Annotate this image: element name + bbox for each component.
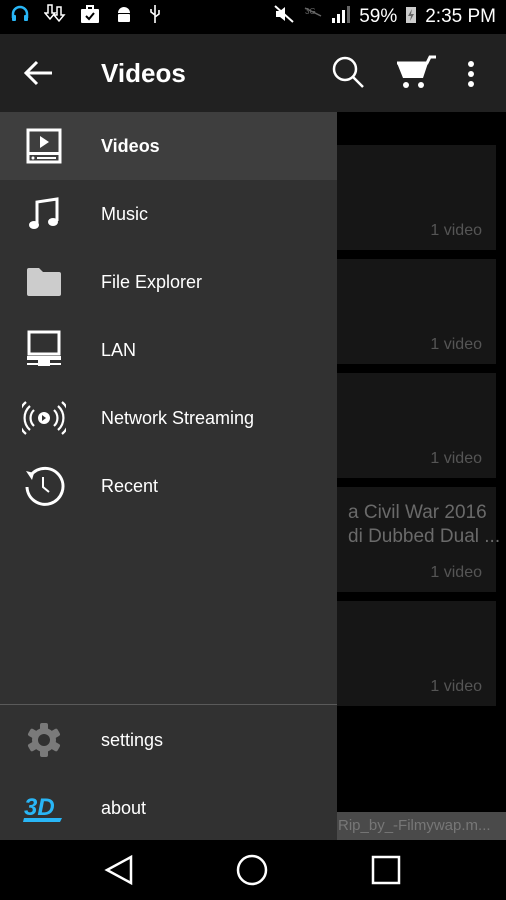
video-icon xyxy=(22,126,66,166)
streaming-icon xyxy=(22,398,66,438)
page-title: Videos xyxy=(101,57,186,88)
video-count: 1 video xyxy=(430,336,482,353)
drawer-item-label: Videos xyxy=(101,135,160,156)
drawer-item-recent[interactable]: Recent xyxy=(0,452,337,520)
no-data-icon: 3G xyxy=(303,4,323,30)
drawer-item-label: Recent xyxy=(101,475,159,496)
nav-recents-icon[interactable] xyxy=(371,855,401,890)
drawer-item-label: Network Streaming xyxy=(101,407,255,428)
navigation-drawer: Videos Music File Explorer LAN Network S… xyxy=(0,112,337,840)
folder-card[interactable]: 1 video xyxy=(330,601,496,706)
svg-text:3D: 3D xyxy=(24,794,55,821)
briefcase-check-icon xyxy=(80,4,100,30)
computer-icon xyxy=(22,330,66,370)
cart-icon[interactable] xyxy=(395,54,439,95)
divider xyxy=(0,704,337,705)
battery-text: 59% xyxy=(359,6,398,27)
drawer-item-lan[interactable]: LAN xyxy=(0,316,337,384)
drawer-item-videos[interactable]: Videos xyxy=(0,112,337,180)
3d-logo-icon: 3D xyxy=(22,788,66,828)
back-arrow-icon[interactable] xyxy=(22,56,56,95)
nav-back-icon[interactable] xyxy=(104,854,134,891)
video-count: 1 video xyxy=(430,450,482,467)
drawer-item-label: LAN xyxy=(101,339,137,360)
drawer-item-label: Music xyxy=(101,203,149,224)
video-count: 1 video xyxy=(430,222,482,239)
system-nav-bar xyxy=(0,840,506,900)
video-count: 1 video xyxy=(430,564,482,581)
drawer-item-label: settings xyxy=(101,729,164,750)
music-note-icon xyxy=(22,194,66,234)
drawer-item-label: File Explorer xyxy=(101,271,203,292)
more-vert-icon[interactable] xyxy=(466,60,476,93)
drawer-item-file-explorer[interactable]: File Explorer xyxy=(0,248,337,316)
folder-card[interactable]: 1 video xyxy=(330,373,496,478)
search-icon[interactable] xyxy=(330,54,366,95)
folder-card[interactable]: a Civil War 2016 di Dubbed Dual ... 1 vid… xyxy=(330,487,500,592)
battery-charging-icon xyxy=(405,4,417,30)
now-playing-strip[interactable]: Rip_by_-Filmywap.m... xyxy=(330,812,506,840)
android-icon xyxy=(114,4,134,30)
video-count: 1 video xyxy=(430,678,482,695)
folder-card[interactable]: 1 video xyxy=(330,145,496,250)
mute-icon xyxy=(273,4,295,30)
history-icon xyxy=(22,466,66,506)
drawer-item-settings[interactable]: settings xyxy=(0,706,337,774)
drawer-item-music[interactable]: Music xyxy=(0,180,337,248)
nav-home-icon[interactable] xyxy=(236,854,268,891)
folder-title: a Civil War 2016 di Dubbed Dual ... xyxy=(348,502,501,547)
gear-icon xyxy=(22,720,66,760)
signal-icon xyxy=(331,4,351,30)
usb-icon xyxy=(148,3,162,31)
folder-card[interactable]: 1 video xyxy=(330,259,496,364)
toolbar: Videos xyxy=(0,34,506,112)
status-bar: 3G 59% 2:35 PM xyxy=(0,0,506,34)
download-icon xyxy=(43,3,66,31)
folder-icon xyxy=(22,262,66,302)
drawer-item-network-streaming[interactable]: Network Streaming xyxy=(0,384,337,452)
clock: 2:35 PM xyxy=(425,6,496,27)
drawer-item-label: about xyxy=(101,797,147,818)
drawer-item-about[interactable]: 3D about xyxy=(0,774,337,842)
headset-icon xyxy=(10,4,30,30)
svg-text:3G: 3G xyxy=(305,7,316,16)
